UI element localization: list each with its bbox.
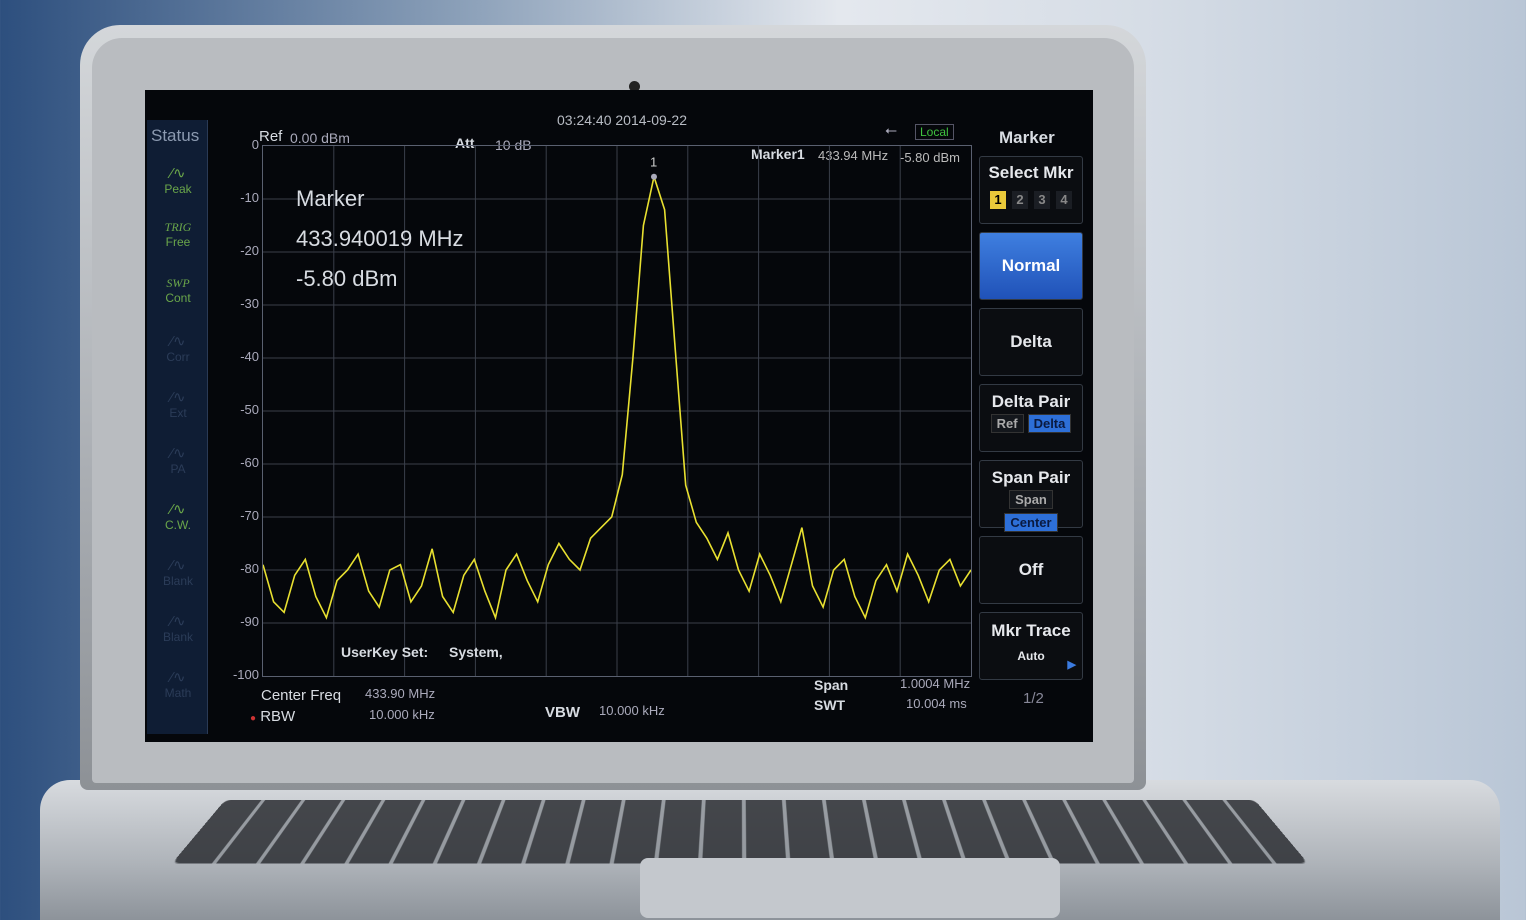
status-title: Status (151, 126, 200, 145)
delta-pair-key[interactable]: Delta Pair Ref Delta (979, 384, 1083, 452)
delta-key[interactable]: Delta (979, 308, 1083, 376)
y-tick-label: -90 (240, 614, 259, 629)
trackpad (640, 858, 1060, 918)
off-key[interactable]: Off (979, 536, 1083, 604)
span-value[interactable]: 1.0004 MHz (900, 676, 970, 691)
status-item-label: PA (170, 462, 186, 476)
marker-box-level: -5.80 dBm (296, 266, 398, 291)
span-pair-span[interactable]: Span (1009, 490, 1053, 509)
y-tick-label: -10 (240, 190, 259, 205)
y-tick-label: 0 (251, 137, 259, 152)
vbw-value[interactable]: 10.000 kHz (599, 703, 665, 718)
center-freq-label: Center Freq (261, 687, 342, 704)
marker-select-3[interactable]: 3 (1034, 191, 1050, 209)
softkey-title: Marker (999, 128, 1055, 147)
select-marker-label: Select Mkr (988, 163, 1074, 182)
status-item-label: Corr (166, 350, 190, 364)
userkey-value: System, (449, 644, 503, 660)
rbw-value[interactable]: 10.000 kHz (369, 707, 435, 722)
ref-label: Ref (259, 128, 283, 145)
status-item-label: Blank (162, 574, 194, 588)
marker-box-title: Marker (296, 186, 365, 211)
pa-icon: ⁄∿ (170, 445, 186, 462)
y-tick-label: -30 (240, 296, 259, 311)
status-item: SWP Cont (151, 276, 205, 326)
datetime: 03:24:40 2014-09-22 (557, 112, 687, 128)
marker-number-row: 1234 (980, 189, 1082, 209)
keyboard (171, 799, 1309, 864)
y-tick-label: -80 (240, 561, 259, 576)
y-tick-label: -100 (232, 667, 259, 682)
rbw-label-text: RBW (260, 708, 296, 725)
status-item-label: Ext (169, 406, 187, 420)
status-sub-label: SWP (166, 276, 190, 290)
page-indicator[interactable]: 1/2 (1023, 690, 1044, 707)
status-item-label: C.W. (165, 518, 191, 532)
rbw-label: ● RBW (250, 708, 296, 725)
blank-wave-icon: ⁄∿ (170, 557, 186, 574)
marker-box-freq: 433.940019 MHz (296, 226, 464, 251)
softkey-panel: Marker Select Mkr 1234 Normal Delta Delt… (975, 120, 1087, 720)
status-item: TRIG Free (151, 220, 205, 270)
status-item: ⁄∿ C.W. (151, 500, 205, 550)
arrow-right-icon: ▶ (1067, 659, 1076, 671)
marker-select-1[interactable]: 1 (990, 191, 1006, 209)
spectrum-plot[interactable]: 1 Marker 433.940019 MHz -5.80 dBm UserKe… (262, 145, 972, 677)
swt-value[interactable]: 10.004 ms (906, 696, 967, 711)
status-sub-label: TRIG (164, 220, 192, 234)
cw-wave-icon: ⁄∿ (170, 501, 186, 518)
status-item-label: Math (164, 686, 192, 700)
delta-pair-delta[interactable]: Delta (1027, 414, 1072, 433)
ref-value: 0.00 dBm (290, 130, 350, 146)
status-item-label: Free (165, 235, 191, 249)
blank-wave-icon: ⁄∿ (170, 613, 186, 630)
mkr-trace-key[interactable]: Mkr Trace Auto ▶ (979, 612, 1083, 680)
status-item-label: Blank (162, 630, 194, 644)
marker-point[interactable] (650, 173, 657, 180)
marker-number-label: 1 (650, 155, 657, 170)
span-pair-center[interactable]: Center (1004, 513, 1058, 532)
center-freq-value[interactable]: 433.90 MHz (365, 686, 435, 701)
select-marker-key: Select Mkr 1234 (979, 156, 1083, 224)
peak-wave-icon: ⁄∿ (170, 165, 186, 182)
delta-pair-label: Delta Pair (991, 392, 1071, 411)
status-item-label: Peak (164, 182, 192, 196)
status-item: ⁄∿ Blank (151, 556, 205, 606)
status-item: ⁄∿ PA (151, 444, 205, 494)
span-pair-key[interactable]: Span Pair Span Center (979, 460, 1083, 532)
status-item: ⁄∿ Peak (151, 164, 205, 214)
corr-wave-icon: ⁄∿ (170, 333, 186, 350)
status-item: ⁄∿ Math (151, 668, 205, 718)
y-tick-label: -50 (240, 402, 259, 417)
y-tick-label: -70 (240, 508, 259, 523)
span-label: Span (814, 677, 849, 693)
status-panel: Status ⁄∿ Peak TRIG Free SWP Cont ⁄∿ Corr ⁄∿ Ext ⁄… (147, 120, 208, 734)
span-pair-label: Span Pair (991, 468, 1071, 487)
delta-pair-ref[interactable]: Ref (990, 414, 1024, 433)
status-item: ⁄∿ Blank (151, 612, 205, 662)
status-item: ⁄∿ Corr (151, 332, 205, 382)
remote-status: Local (915, 124, 954, 140)
y-tick-label: -20 (240, 243, 259, 258)
y-tick-label: -40 (240, 349, 259, 364)
vbw-label: VBW (545, 704, 580, 721)
y-tick-label: -60 (240, 455, 259, 470)
usb-icon: ⭠ (885, 122, 898, 139)
marker-select-4[interactable]: 4 (1056, 191, 1072, 209)
normal-key[interactable]: Normal (979, 232, 1083, 300)
swt-label: SWT (814, 697, 846, 713)
ext-wave-icon: ⁄∿ (170, 389, 186, 406)
status-item: ⁄∿ Ext (151, 388, 205, 438)
status-item-label: Cont (165, 291, 191, 305)
marker-select-2[interactable]: 2 (1012, 191, 1028, 209)
mkr-trace-label: Mkr Trace (991, 621, 1071, 640)
math-wave-icon: ⁄∿ (170, 669, 186, 686)
userkey-label: UserKey Set: (341, 644, 429, 660)
analyzer-screen: Status ⁄∿ Peak TRIG Free SWP Cont ⁄∿ Corr ⁄∿ Ext ⁄… (145, 90, 1093, 742)
